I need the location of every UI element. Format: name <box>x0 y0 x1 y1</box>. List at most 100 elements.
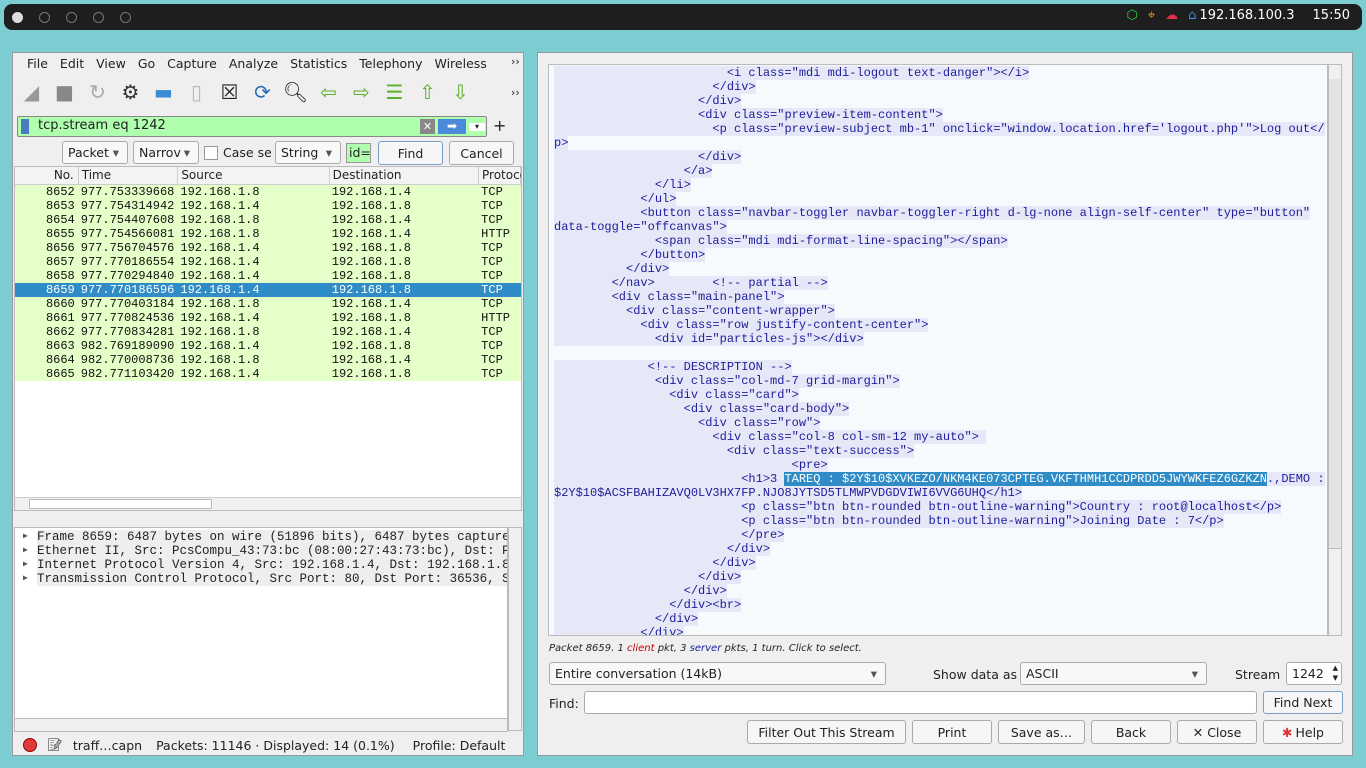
save-as-button[interactable]: Save as… <box>998 720 1085 744</box>
packet-row[interactable]: 8659 977.770186596 192.168.1.4 192.168.1.8 T… <box>15 283 521 297</box>
print-button[interactable]: Print <box>912 720 992 744</box>
menu-go[interactable]: Go <box>132 56 161 71</box>
find-button[interactable]: Find <box>378 141 443 165</box>
find-value-input[interactable]: id= <box>346 143 371 163</box>
search-type-select[interactable]: String <box>275 141 341 164</box>
packet-row[interactable]: 8656 977.756704576 192.168.1.4 192.168.1.8 T… <box>15 241 521 255</box>
menu-edit[interactable]: Edit <box>54 56 90 71</box>
column-header[interactable]: Source <box>178 167 330 184</box>
detail-tree-item[interactable]: ▶ Ethernet II, Src: PcsCompu_43:73:bc (08… <box>15 544 507 558</box>
detail-tree-item[interactable]: ▶ Internet Protocol Version 4, Src: 192.1… <box>15 558 507 572</box>
column-header[interactable]: No. <box>15 167 79 184</box>
menu-wireless[interactable]: Wireless <box>428 56 492 71</box>
column-header[interactable]: Destination <box>330 167 479 184</box>
display-filter-input[interactable]: tcp.stream eq 1242 ✕ ➡ ▾ <box>17 116 487 137</box>
stream-spinbox[interactable]: 1242 ▲ ▼ <box>1286 662 1342 685</box>
cloud-icon[interactable]: ☁ <box>1165 8 1178 23</box>
cancel-button[interactable]: Cancel <box>449 141 514 165</box>
packet-details[interactable]: ▶ Frame 8659: 6487 bytes on wire (51896 b… <box>14 527 508 731</box>
packet-cell: TCP <box>481 185 503 199</box>
packet-row[interactable]: 8664 982.770008736 192.168.1.8 192.168.1.4 T… <box>15 353 521 367</box>
toolbar-overflow-icon[interactable]: ›› <box>511 86 520 99</box>
workspace-2[interactable] <box>39 12 50 23</box>
capture-options-icon[interactable]: ⚙ <box>116 78 145 107</box>
packet-list-hscrollbar[interactable] <box>15 497 521 510</box>
expand-arrow-icon[interactable]: ▶ <box>23 530 28 544</box>
packet-row[interactable]: 8663 982.769189090 192.168.1.4 192.168.1.8 T… <box>15 339 521 353</box>
workspace-1[interactable] <box>12 12 23 23</box>
packet-row[interactable]: 8655 977.754566081 192.168.1.8 192.168.1.4 H… <box>15 227 521 241</box>
packet-row[interactable]: 8665 982.771103420 192.168.1.4 192.168.1.8 T… <box>15 367 521 381</box>
search-scope-select[interactable]: Packet <box>62 141 128 164</box>
menu-statistics[interactable]: Statistics <box>284 56 353 71</box>
forward-arrow-icon[interactable]: ⇨ <box>347 78 376 107</box>
profile-label[interactable]: Profile: Default <box>413 738 506 753</box>
expand-arrow-icon[interactable]: ▶ <box>23 544 28 558</box>
expand-arrow-icon[interactable]: ▶ <box>23 558 28 572</box>
stop-icon[interactable]: ■ <box>50 78 79 107</box>
spin-arrows-icon[interactable]: ▲ ▼ <box>1333 663 1338 683</box>
column-header[interactable]: Time <box>79 167 179 184</box>
workspace-4[interactable] <box>93 12 104 23</box>
file-icon[interactable]: ▯ <box>182 78 211 107</box>
packet-row[interactable]: 8658 977.770294840 192.168.1.4 192.168.1.8 T… <box>15 269 521 283</box>
help-button[interactable]: ✱ Help <box>1263 720 1343 744</box>
packet-list[interactable]: No.TimeSourceDestinationProtoco 8652 977.… <box>14 166 522 511</box>
charset-select[interactable]: Narrov <box>133 141 199 164</box>
packet-cell: 977.753339668 <box>80 185 175 199</box>
filter-dropdown-icon[interactable]: ▾ <box>469 123 485 131</box>
last-packet-icon[interactable]: ⇩ <box>446 78 475 107</box>
menu-file[interactable]: File <box>21 56 54 71</box>
reload-icon[interactable]: ⟳ <box>248 78 277 107</box>
packet-cell: 192.168.1.4 <box>331 185 411 199</box>
close-button[interactable]: ✕ Close <box>1177 720 1257 744</box>
packet-row[interactable]: 8653 977.754314942 192.168.1.4 192.168.1.8 T… <box>15 199 521 213</box>
first-packet-icon[interactable]: ⇧ <box>413 78 442 107</box>
menu-telephony[interactable]: Telephony <box>353 56 428 71</box>
workspace-5[interactable] <box>120 12 131 23</box>
open-folder-icon[interactable]: ▬ <box>149 78 178 107</box>
stream-line: <div class="col-8 col-sm-12 my-auto"> <box>549 430 1327 444</box>
apply-arrow-icon[interactable]: ➡ <box>438 119 466 134</box>
back-button[interactable]: Back <box>1091 720 1171 744</box>
detail-tree-item[interactable]: ▶ Transmission Control Protocol, Src Port… <box>15 572 507 586</box>
menu-analyze[interactable]: Analyze <box>223 56 284 71</box>
show-data-select[interactable]: ASCII <box>1020 662 1207 685</box>
bookmark-icon[interactable] <box>21 119 29 134</box>
details-hscrollbar[interactable] <box>14 718 508 732</box>
packet-row[interactable]: 8662 977.770834281 192.168.1.8 192.168.1.4 T… <box>15 325 521 339</box>
menu-view[interactable]: View <box>90 56 132 71</box>
stream-vscrollbar[interactable] <box>1328 64 1342 636</box>
go-to-packet-icon[interactable]: ☰ <box>380 78 409 107</box>
packet-row[interactable]: 8657 977.770186554 192.168.1.4 192.168.1.8 T… <box>15 255 521 269</box>
conversation-select[interactable]: Entire conversation (14kB) <box>549 662 886 685</box>
find-input[interactable] <box>584 691 1257 714</box>
stream-text: </div> <box>554 80 756 94</box>
cube-icon[interactable]: ⬡ <box>1126 8 1137 23</box>
menu-capture[interactable]: Capture <box>161 56 223 71</box>
shark-start-icon[interactable]: ◢ <box>17 78 46 107</box>
detail-tree-item[interactable]: ▶ Frame 8659: 6487 bytes on wire (51896 b… <box>15 530 507 544</box>
column-header[interactable]: Protoco <box>479 167 521 184</box>
capture-status-icon[interactable] <box>23 738 37 752</box>
menu-overflow-icon[interactable]: ›› <box>511 55 520 68</box>
find-next-button[interactable]: Find Next <box>1263 691 1343 714</box>
packet-row[interactable]: 8652 977.753339668 192.168.1.8 192.168.1.4 T… <box>15 185 521 199</box>
clear-icon[interactable]: ✕ <box>420 119 435 134</box>
restart-icon[interactable]: ↻ <box>83 78 112 107</box>
edit-comment-icon[interactable]: 📝︎ <box>47 737 63 753</box>
case-sensitive-checkbox[interactable] <box>204 146 218 160</box>
crosshair-icon[interactable]: ⌖ <box>1148 8 1155 23</box>
add-filter-button[interactable]: + <box>493 116 506 135</box>
find-icon[interactable]: 🔍︎ <box>281 78 310 107</box>
expand-arrow-icon[interactable]: ▶ <box>23 572 28 586</box>
back-arrow-icon[interactable]: ⇦ <box>314 78 343 107</box>
packet-row[interactable]: 8660 977.770403184 192.168.1.8 192.168.1.4 T… <box>15 297 521 311</box>
details-vscrollbar[interactable] <box>508 527 522 731</box>
filter-out-stream-button[interactable]: Filter Out This Stream <box>747 720 906 744</box>
workspace-3[interactable] <box>66 12 77 23</box>
packet-row[interactable]: 8661 977.770824536 192.168.1.4 192.168.1.8 H… <box>15 311 521 325</box>
close-file-icon[interactable]: ☒ <box>215 78 244 107</box>
packet-row[interactable]: 8654 977.754407608 192.168.1.8 192.168.1.4 T… <box>15 213 521 227</box>
stream-content[interactable]: <i class="mdi mdi-logout text-danger"></… <box>548 64 1328 636</box>
